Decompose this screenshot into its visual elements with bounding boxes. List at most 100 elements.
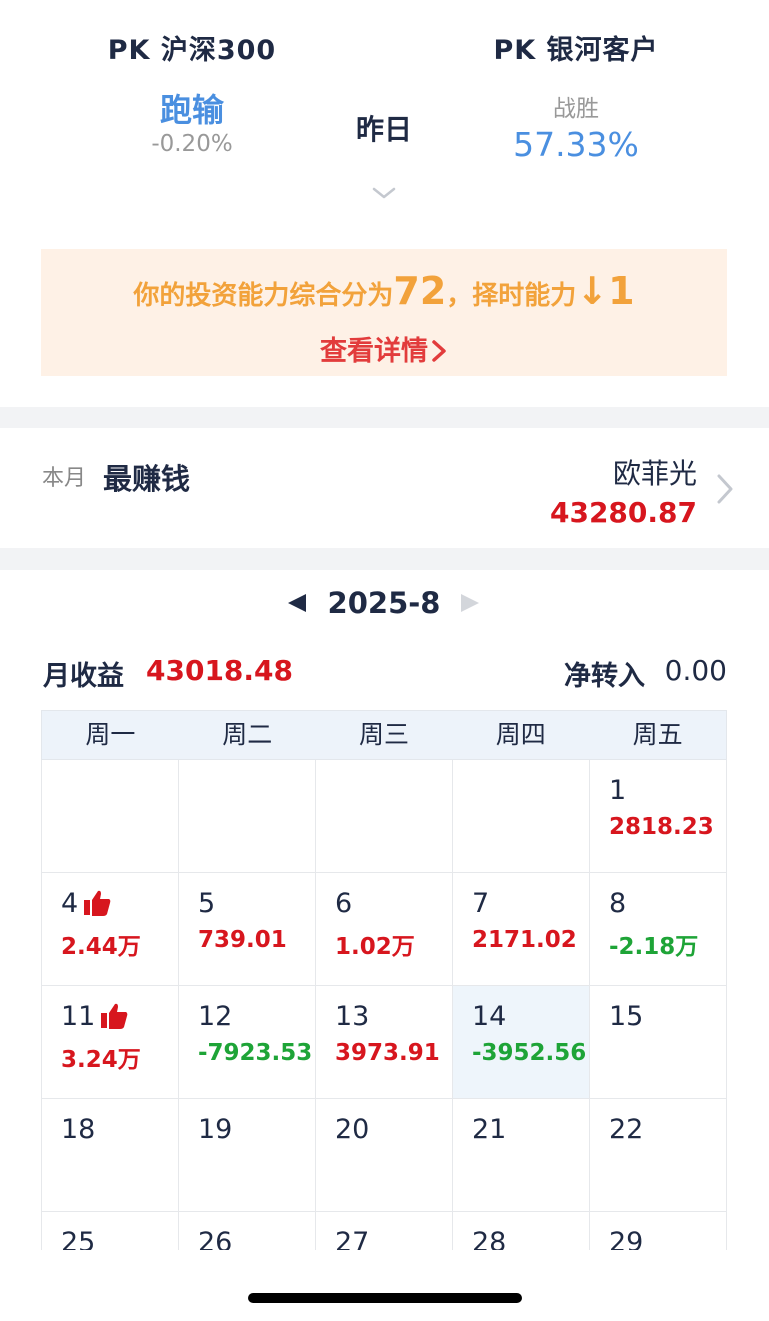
pk-clients-panel[interactable]: PK 银河客户 战胜 57.33% xyxy=(476,28,676,164)
pk-index-result: 跑输 xyxy=(159,91,224,129)
calendar-empty-cell xyxy=(316,760,453,873)
best-earner-row[interactable]: 本月 最赚钱 欧菲光 43280.87 xyxy=(0,428,769,548)
timing-change-value: 1 xyxy=(608,269,635,313)
daily-pnl-value: 2171.02 xyxy=(472,927,577,953)
chevron-down-icon[interactable] xyxy=(371,185,397,201)
calendar-day-cell[interactable]: 8 -2.18万 xyxy=(590,873,727,986)
daily-pnl-value: -7923.53 xyxy=(198,1040,313,1066)
day-number-text: 6 xyxy=(335,887,353,919)
calendar-day-cell[interactable]: 13 3973.91 xyxy=(316,986,453,1099)
calendar-day-number: 27 xyxy=(335,1226,452,1251)
day-number-text: 25 xyxy=(61,1226,96,1251)
day-number-text: 14 xyxy=(472,1000,507,1032)
arrow-down-icon: ↓ xyxy=(576,269,609,313)
calendar-day-number: 19 xyxy=(198,1113,315,1145)
calendar-day-number: 8 xyxy=(609,887,726,919)
day-number-text: 12 xyxy=(198,1000,233,1032)
calendar-day-number: 13 xyxy=(335,1000,452,1032)
day-number-text: 28 xyxy=(472,1226,507,1251)
calendar-day-number: 4 xyxy=(61,887,178,919)
day-number-text: 19 xyxy=(198,1113,233,1145)
day-number-text: 5 xyxy=(198,887,216,919)
calendar-day-number: 7 xyxy=(472,887,589,919)
calendar-day-cell[interactable]: 22 xyxy=(590,1099,727,1212)
day-number-text: 27 xyxy=(335,1226,370,1251)
calendar-day-cell[interactable]: 28 xyxy=(453,1212,590,1250)
month-label: 2025-8 xyxy=(327,586,441,620)
pk-clients-win-rate: 57.33% xyxy=(513,125,639,164)
score-middle: ，择时能力 xyxy=(446,281,577,311)
pk-index-title: PK 沪深300 xyxy=(107,35,277,66)
next-month-icon[interactable] xyxy=(459,592,481,614)
day-number-text: 18 xyxy=(61,1113,96,1145)
day-number-text: 4 xyxy=(61,887,79,919)
weekday-label: 周三 xyxy=(358,720,409,749)
day-number-text: 22 xyxy=(609,1113,644,1145)
pk-section: PK 沪深300 跑输 -0.20% 昨日 PK 银河客户 战胜 57.33% xyxy=(0,0,769,230)
view-details-label: 查看详情 xyxy=(320,336,428,367)
day-number-text: 15 xyxy=(609,1000,644,1032)
daily-pnl-value: 2.44万 xyxy=(61,934,141,960)
pk-clients-title: PK 银河客户 xyxy=(493,35,659,66)
calendar-day-cell[interactable]: 20 xyxy=(316,1099,453,1212)
view-details-link[interactable]: 查看详情 xyxy=(41,329,727,368)
calendar-day-cell[interactable]: 15 xyxy=(590,986,727,1099)
calendar-day-cell[interactable]: 19 xyxy=(179,1099,316,1212)
calendar-day-number: 22 xyxy=(609,1113,726,1145)
daily-pnl-value: 3.24万 xyxy=(61,1047,141,1073)
best-earner-title: 最赚钱 xyxy=(103,462,191,496)
net-inflow-label: 净转入 xyxy=(564,661,645,692)
calendar-day-number: 25 xyxy=(61,1226,178,1251)
calendar-day-cell[interactable]: 27 xyxy=(316,1212,453,1250)
calendar-weekday-header: 周一 周二 周三 周四 周五 xyxy=(41,710,727,760)
calendar-day-cell[interactable]: 5 739.01 xyxy=(179,873,316,986)
score-prefix: 你的投资能力综合分为 xyxy=(133,281,394,311)
calendar-day-cell[interactable]: 25 xyxy=(42,1212,179,1250)
pk-index-panel[interactable]: PK 沪深300 跑输 -0.20% xyxy=(92,28,292,157)
chevron-right-icon[interactable] xyxy=(715,472,735,506)
best-earner-period: 本月 xyxy=(42,466,87,491)
calendar-day-cell[interactable]: 4 2.44万 xyxy=(42,873,179,986)
chevron-right-icon xyxy=(432,340,446,362)
thumbs-up-icon xyxy=(83,889,112,917)
home-indicator[interactable] xyxy=(248,1293,522,1303)
day-number-text: 13 xyxy=(335,1000,370,1032)
calendar-empty-cell xyxy=(179,760,316,873)
calendar-day-cell[interactable]: 21 xyxy=(453,1099,590,1212)
weekday-label: 周一 xyxy=(85,720,136,749)
calendar-day-cell[interactable]: 6 1.02万 xyxy=(316,873,453,986)
calendar-day-cell[interactable]: 18 xyxy=(42,1099,179,1212)
best-earner-stock-name: 欧菲光 xyxy=(612,457,697,490)
pk-clients-result-label: 战胜 xyxy=(553,96,599,122)
calendar-day-cell[interactable]: 7 2171.02 xyxy=(453,873,590,986)
pk-period-label[interactable]: 昨日 xyxy=(334,108,434,148)
calendar-day-number: 6 xyxy=(335,887,452,919)
score-banner[interactable]: 你的投资能力综合分为72，择时能力↓1 查看详情 xyxy=(41,249,727,376)
best-earner-amount: 43280.87 xyxy=(549,496,697,529)
day-number-text: 7 xyxy=(472,887,490,919)
calendar-day-cell[interactable]: 14 -3952.56 xyxy=(453,986,590,1099)
day-number-text: 11 xyxy=(61,1000,96,1032)
calendar-day-number: 26 xyxy=(198,1226,315,1251)
month-navigator: 2025-8 xyxy=(0,582,769,626)
day-number-text: 29 xyxy=(609,1226,644,1251)
pk-index-change: -0.20% xyxy=(151,131,233,157)
calendar-day-cell[interactable]: 12 -7923.53 xyxy=(179,986,316,1099)
calendar-day-number: 15 xyxy=(609,1000,726,1032)
calendar-day-number: 29 xyxy=(609,1226,726,1251)
score-value: 72 xyxy=(393,269,447,313)
calendar-day-number: 14 xyxy=(472,1000,589,1032)
daily-pnl-value: 3973.91 xyxy=(335,1040,440,1066)
weekday-label: 周五 xyxy=(632,720,683,749)
calendar-day-number: 12 xyxy=(198,1000,315,1032)
calendar-day-cell[interactable]: 29 xyxy=(590,1212,727,1250)
prev-month-icon[interactable] xyxy=(286,592,308,614)
thumbs-up-icon xyxy=(100,1002,129,1030)
net-inflow-value: 0.00 xyxy=(664,654,727,687)
calendar-day-cell[interactable]: 26 xyxy=(179,1212,316,1250)
calendar-day-cell[interactable]: 1 2818.23 xyxy=(590,760,727,873)
calendar-day-number: 1 xyxy=(609,774,726,806)
section-divider xyxy=(0,407,769,428)
daily-pnl-value: -3952.56 xyxy=(472,1040,587,1066)
calendar-day-cell[interactable]: 11 3.24万 xyxy=(42,986,179,1099)
